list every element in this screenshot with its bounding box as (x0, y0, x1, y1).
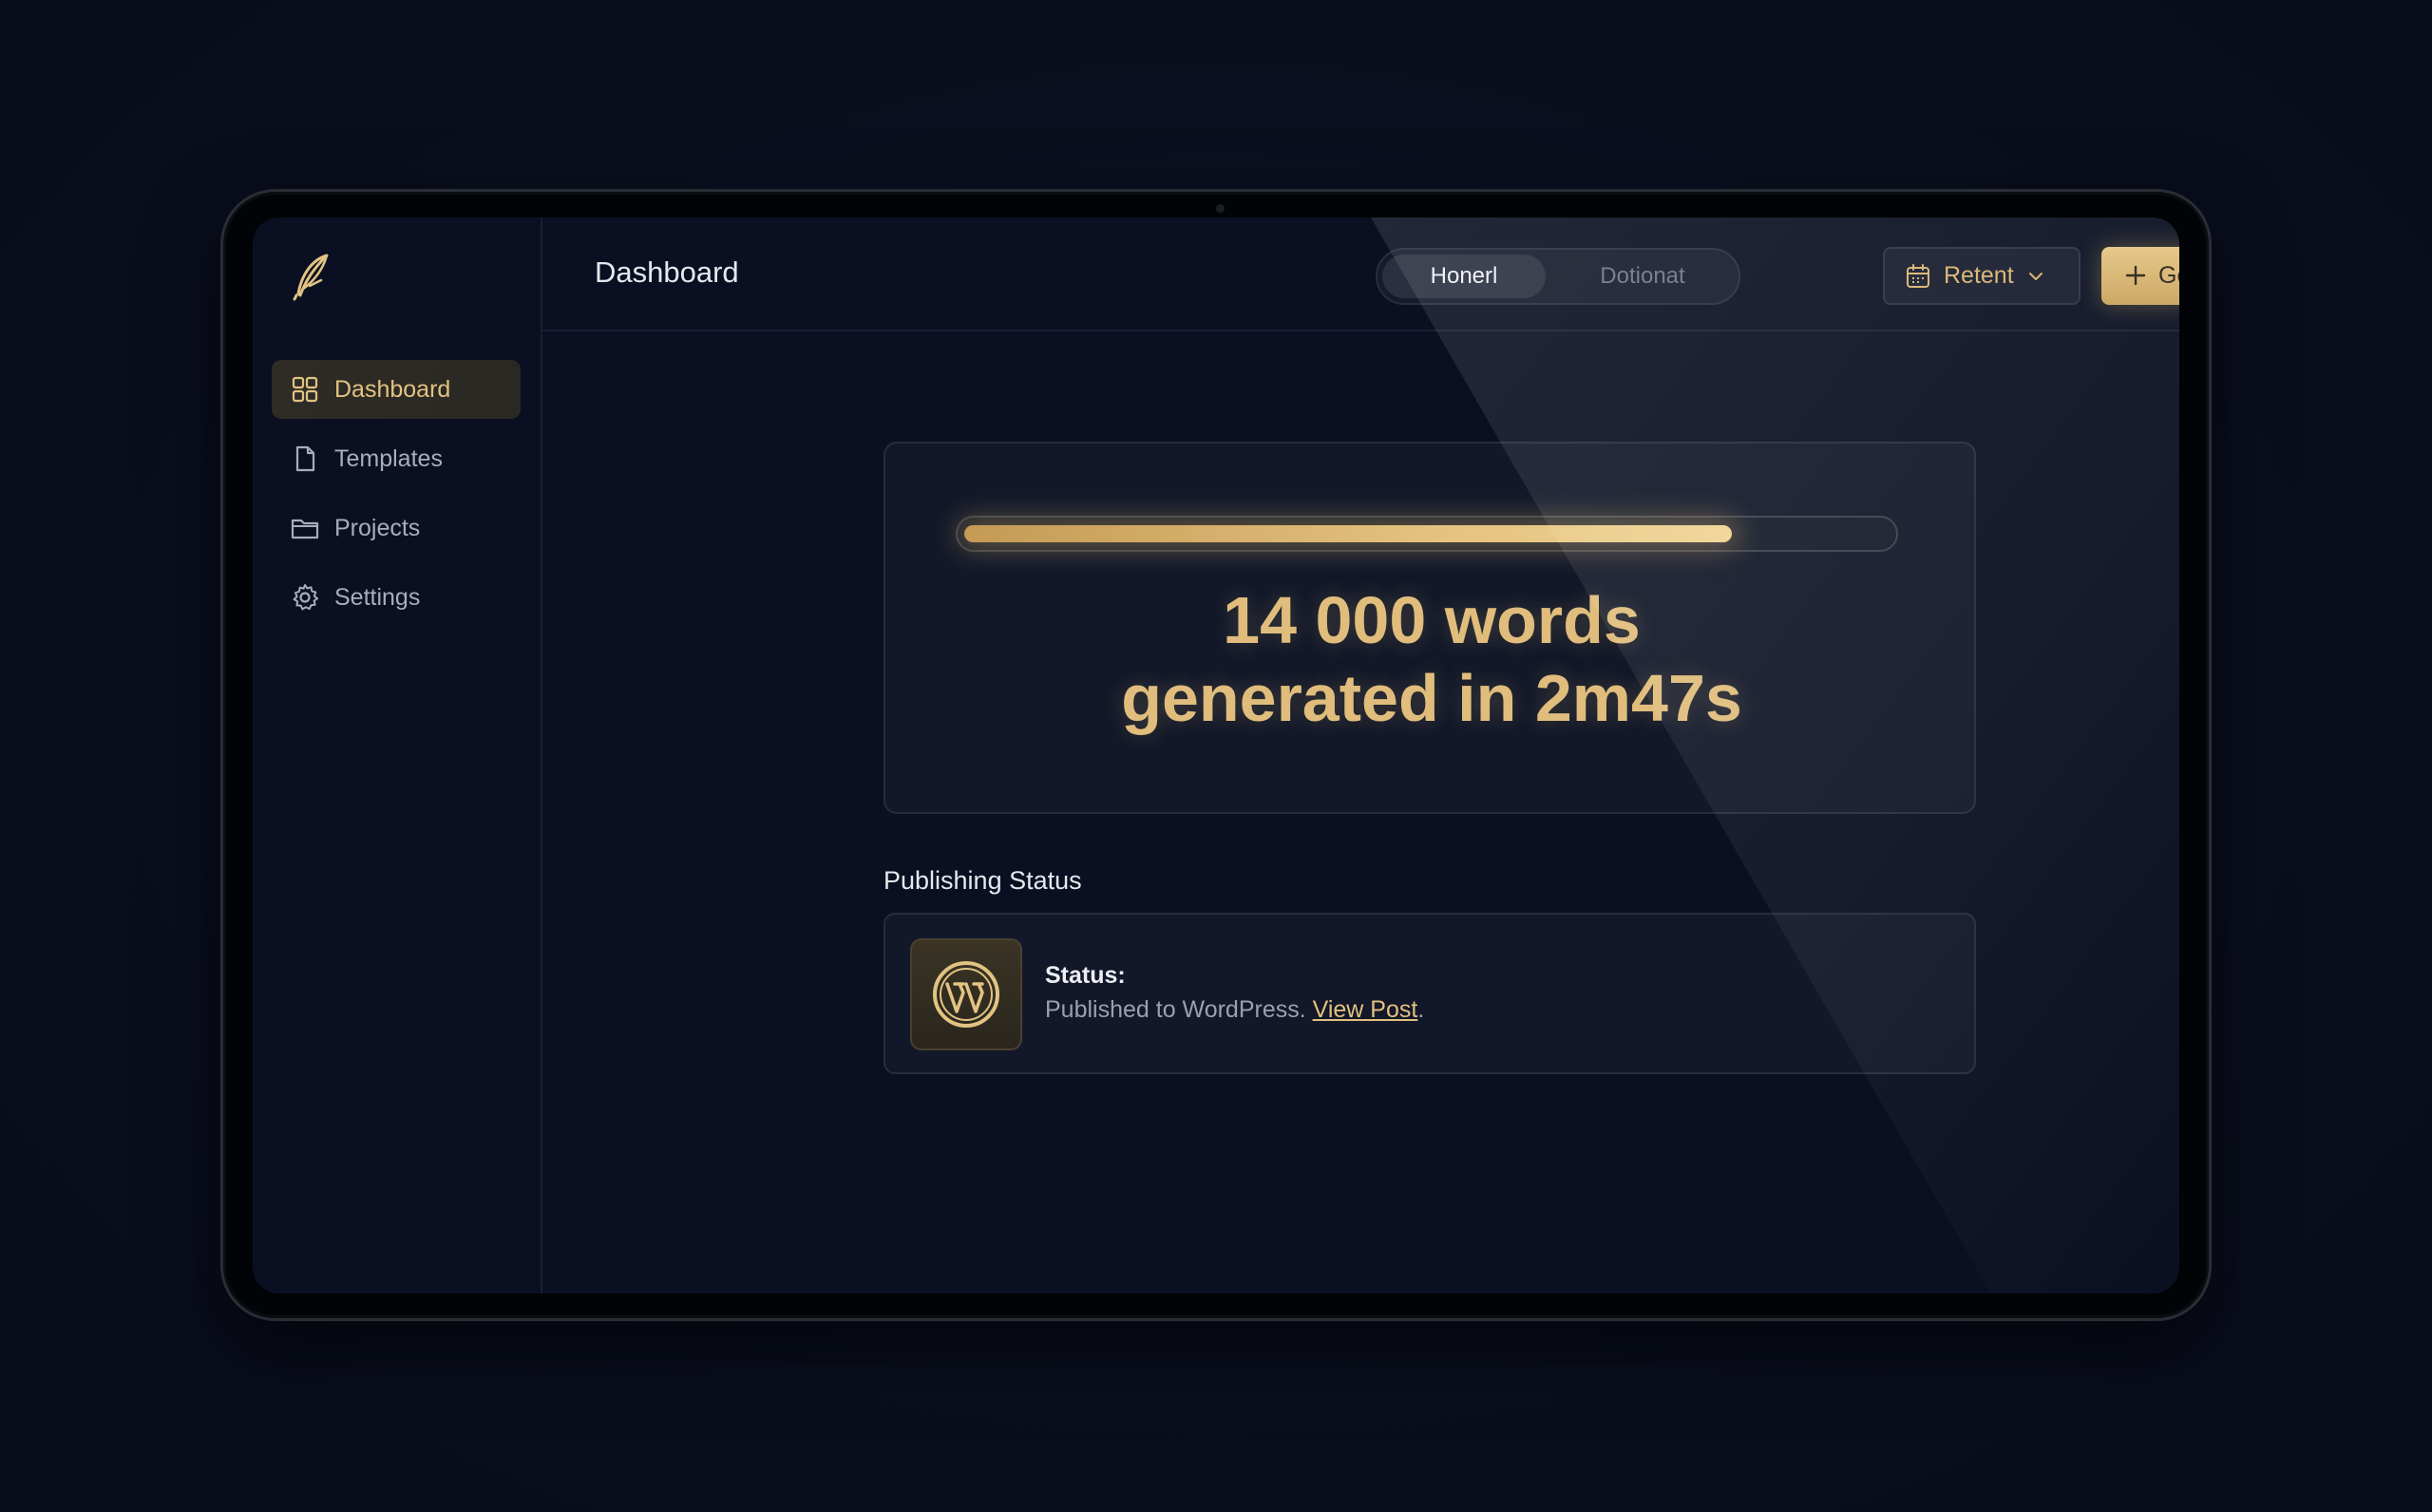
feather-quill-icon[interactable] (291, 252, 332, 301)
calendar-icon (1906, 263, 1930, 289)
plus-icon (2124, 261, 2147, 292)
chevron-down-icon (2027, 271, 2044, 282)
view-toggle: Honerl Dotionat (1376, 248, 1740, 305)
sidebar: Dashboard Templates Projects Settings (253, 217, 542, 1294)
progress-fill (964, 525, 1732, 542)
word-count-text: 14 000 words (1223, 583, 1641, 657)
toggle-option-dotionat[interactable]: Dotionat (1556, 255, 1729, 298)
app-screen: Dashboard Templates Projects Settings Da… (253, 217, 2179, 1294)
publishing-status-card: Status: Published to WordPress. View Pos… (884, 913, 1976, 1074)
folder-icon (291, 514, 319, 542)
wordpress-icon (910, 938, 1022, 1050)
grid-icon (291, 375, 319, 404)
generated-button-label: Generated (2158, 262, 2179, 289)
document-icon (291, 444, 319, 473)
status-message-trailing: . (1417, 996, 1425, 1023)
view-post-link[interactable]: View Post (1313, 996, 1418, 1023)
sidebar-item-templates[interactable]: Templates (272, 429, 521, 488)
tablet-frame: Dashboard Templates Projects Settings Da… (220, 189, 2212, 1321)
generation-summary: 14 000 words generated in 2m47s (885, 581, 1978, 737)
toggle-option-honerl[interactable]: Honerl (1382, 255, 1546, 298)
sidebar-item-label: Dashboard (334, 375, 451, 403)
sidebar-item-settings[interactable]: Settings (272, 568, 521, 627)
generated-button[interactable]: Generated (2101, 247, 2179, 305)
status-label: Status: (1045, 962, 1126, 989)
progress-bar (956, 516, 1898, 552)
generation-result-card: 14 000 words generated in 2m47s (884, 442, 1976, 814)
sidebar-item-label: Settings (334, 583, 421, 611)
date-filter-dropdown[interactable]: Retent (1883, 247, 2080, 305)
top-header: Dashboard Honerl Dotionat Retent G (542, 217, 2179, 331)
sidebar-item-label: Projects (334, 514, 421, 541)
section-title-publishing: Publishing Status (884, 866, 1082, 895)
gear-icon (291, 583, 319, 612)
camera-dot (1216, 204, 1225, 213)
duration-text: generated in 2m47s (1121, 661, 1742, 735)
sidebar-item-dashboard[interactable]: Dashboard (272, 360, 521, 419)
sidebar-item-projects[interactable]: Projects (272, 499, 521, 558)
sidebar-item-label: Templates (334, 444, 443, 472)
status-message-text: Published to WordPress. (1045, 996, 1313, 1023)
date-filter-label: Retent (1944, 262, 2014, 289)
status-message: Published to WordPress. View Post. (1045, 996, 1424, 1024)
page-title: Dashboard (595, 255, 739, 289)
